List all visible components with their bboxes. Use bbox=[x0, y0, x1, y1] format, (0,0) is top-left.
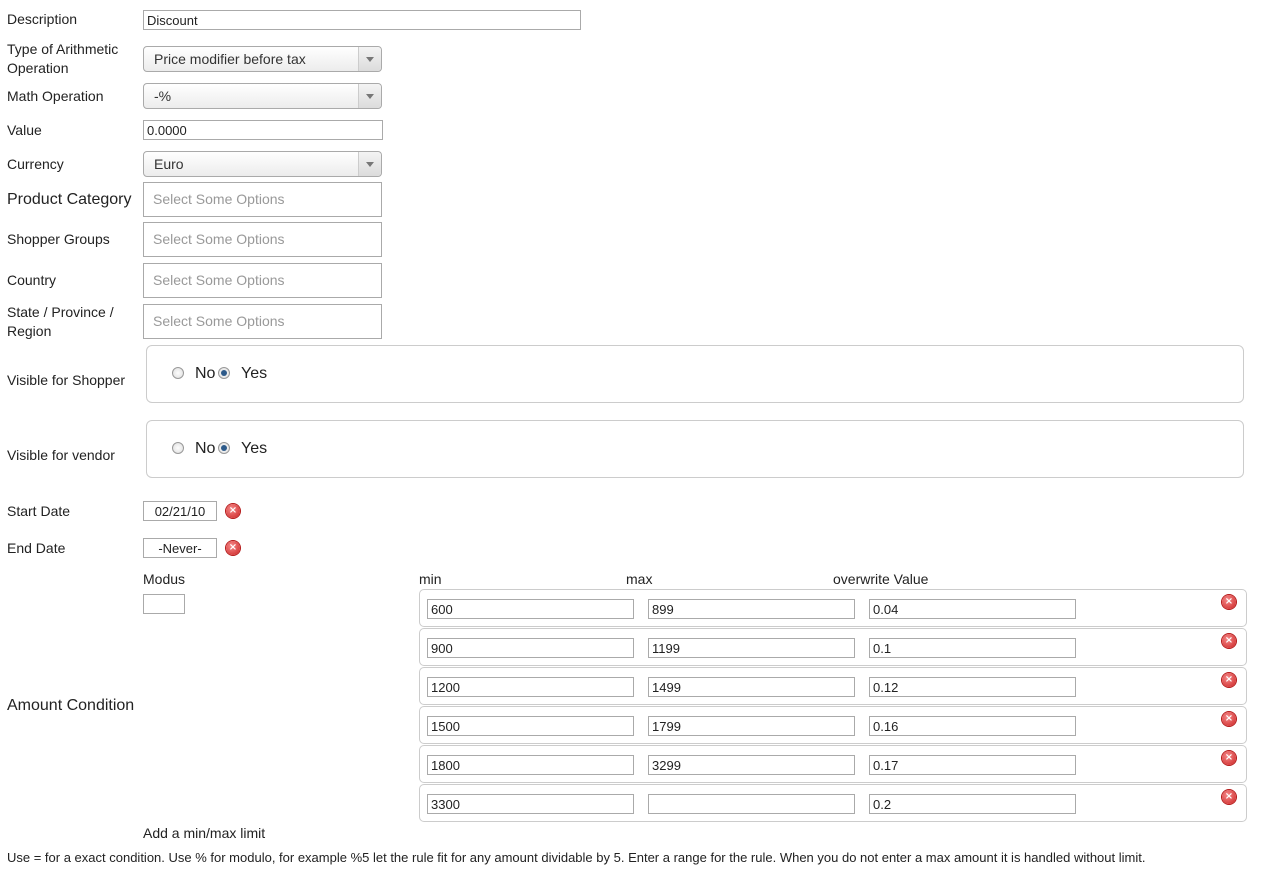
overwrite-input[interactable] bbox=[869, 677, 1076, 697]
max-input[interactable] bbox=[648, 755, 855, 775]
add-limit-link[interactable]: Add a min/max limit bbox=[143, 824, 265, 843]
state-placeholder: Select Some Options bbox=[153, 313, 285, 329]
state-label: State / Province / Region bbox=[7, 304, 114, 339]
max-input[interactable] bbox=[648, 638, 855, 658]
overwrite-input[interactable] bbox=[869, 599, 1076, 619]
remove-row-icon[interactable]: × bbox=[1222, 634, 1236, 648]
shopper-groups-multiselect[interactable]: Select Some Options bbox=[143, 222, 382, 257]
visible-vendor-yes-radio[interactable] bbox=[218, 442, 230, 454]
visible-shopper-yes-radio[interactable] bbox=[218, 367, 230, 379]
overwrite-input[interactable] bbox=[869, 755, 1076, 775]
shopper-groups-placeholder: Select Some Options bbox=[153, 231, 285, 247]
math-op-label: Math Operation bbox=[7, 88, 104, 104]
arith-type-label: Type of Arithmetic Operation bbox=[7, 41, 119, 76]
product-category-label: Product Category bbox=[7, 191, 132, 208]
product-category-placeholder: Select Some Options bbox=[153, 191, 285, 207]
country-label: Country bbox=[7, 272, 57, 288]
remove-row-icon[interactable]: × bbox=[1222, 595, 1236, 609]
overwrite-header: overwrite Value bbox=[833, 571, 929, 587]
remove-row-icon[interactable]: × bbox=[1222, 790, 1236, 804]
visible-shopper-yes-label[interactable]: Yes bbox=[241, 365, 267, 383]
min-input[interactable] bbox=[427, 599, 634, 619]
max-header: max bbox=[626, 571, 653, 587]
visible-shopper-no-radio[interactable] bbox=[172, 367, 184, 379]
overwrite-input[interactable] bbox=[869, 716, 1076, 736]
clear-start-date-icon[interactable]: × bbox=[226, 504, 240, 518]
min-input[interactable] bbox=[427, 755, 634, 775]
amount-row: × bbox=[419, 589, 1247, 627]
min-header: min bbox=[419, 571, 442, 587]
end-date-label: End Date bbox=[7, 540, 66, 556]
currency-value: Euro bbox=[154, 156, 184, 172]
description-input[interactable] bbox=[143, 10, 581, 30]
overwrite-input[interactable] bbox=[869, 638, 1076, 658]
chevron-down-icon bbox=[358, 47, 381, 71]
min-input[interactable] bbox=[427, 638, 634, 658]
product-category-multiselect[interactable]: Select Some Options bbox=[143, 182, 382, 217]
math-op-select[interactable]: -% bbox=[143, 83, 382, 109]
currency-select[interactable]: Euro bbox=[143, 151, 382, 177]
chevron-down-icon bbox=[358, 152, 381, 176]
clear-end-date-icon[interactable]: × bbox=[226, 541, 240, 555]
description-label: Description bbox=[7, 11, 78, 27]
visible-shopper-group: No Yes bbox=[146, 345, 1244, 403]
start-date-label: Start Date bbox=[7, 503, 71, 519]
visible-vendor-no-radio[interactable] bbox=[172, 442, 184, 454]
state-multiselect[interactable]: Select Some Options bbox=[143, 304, 382, 339]
remove-row-icon[interactable]: × bbox=[1222, 712, 1236, 726]
remove-row-icon[interactable]: × bbox=[1222, 673, 1236, 687]
visible-shopper-label: Visible for Shopper bbox=[7, 372, 126, 388]
amount-row: × bbox=[419, 784, 1247, 822]
min-input[interactable] bbox=[427, 794, 634, 814]
arith-type-select[interactable]: Price modifier before tax bbox=[143, 46, 382, 72]
visible-vendor-group: No Yes bbox=[146, 420, 1244, 478]
end-date-input[interactable] bbox=[143, 538, 217, 558]
min-input[interactable] bbox=[427, 677, 634, 697]
amount-row: × bbox=[419, 706, 1247, 744]
value-input[interactable] bbox=[143, 120, 383, 140]
help-text: Use = for a exact condition. Use % for m… bbox=[7, 850, 1146, 865]
visible-shopper-no-label[interactable]: No bbox=[195, 365, 215, 383]
max-input[interactable] bbox=[648, 677, 855, 697]
country-placeholder: Select Some Options bbox=[153, 272, 285, 288]
max-input[interactable] bbox=[648, 599, 855, 619]
min-input[interactable] bbox=[427, 716, 634, 736]
amount-row: × bbox=[419, 628, 1247, 666]
math-op-value: -% bbox=[154, 88, 172, 104]
currency-label: Currency bbox=[7, 156, 64, 172]
max-input[interactable] bbox=[648, 716, 855, 736]
modus-label: Modus bbox=[143, 571, 186, 587]
overwrite-input[interactable] bbox=[869, 794, 1076, 814]
country-multiselect[interactable]: Select Some Options bbox=[143, 263, 382, 298]
shopper-groups-label: Shopper Groups bbox=[7, 231, 110, 247]
max-input[interactable] bbox=[648, 794, 855, 814]
amount-condition-label: Amount Condition bbox=[7, 697, 135, 714]
amount-row: × bbox=[419, 667, 1247, 705]
remove-row-icon[interactable]: × bbox=[1222, 751, 1236, 765]
arith-type-value: Price modifier before tax bbox=[154, 51, 306, 67]
visible-vendor-label: Visible for vendor bbox=[7, 447, 115, 463]
start-date-input[interactable] bbox=[143, 501, 217, 521]
amount-row: × bbox=[419, 745, 1247, 783]
modus-input[interactable] bbox=[143, 594, 185, 614]
visible-vendor-no-label[interactable]: No bbox=[195, 440, 215, 458]
value-label: Value bbox=[7, 122, 42, 138]
chevron-down-icon bbox=[358, 84, 381, 108]
visible-vendor-yes-label[interactable]: Yes bbox=[241, 440, 267, 458]
